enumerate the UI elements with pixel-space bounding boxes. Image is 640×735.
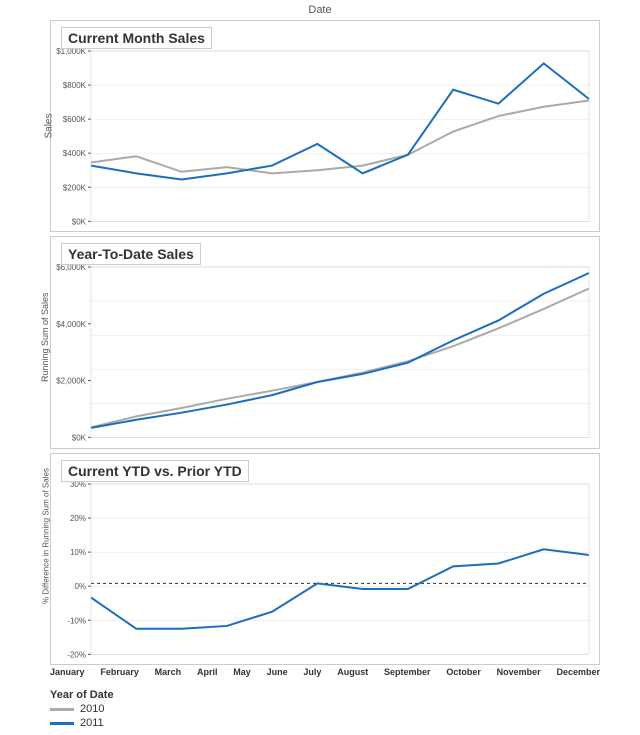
x-month-label: December xyxy=(556,667,600,685)
legend-item-2011: 2011 xyxy=(50,717,640,729)
x-month-label: April xyxy=(197,667,218,685)
legend-color-2011 xyxy=(50,722,74,725)
chart-svg-2: $6,000K$4,000K$2,000K$0K xyxy=(51,237,599,447)
chart-panel-3-wrapper: Current YTD vs. Prior YTD % Difference i… xyxy=(0,451,640,667)
x-month-label: July xyxy=(303,667,321,685)
svg-text:-20%: -20% xyxy=(67,650,86,659)
main-container: Date Current Month Sales Sales $1,000K$8… xyxy=(0,0,640,735)
svg-text:$400K: $400K xyxy=(63,149,87,158)
svg-text:$2,000K: $2,000K xyxy=(56,377,86,386)
y-axis-label-3: % Difference in Running Sum of Sales xyxy=(42,514,51,604)
chart-title-2: Year-To-Date Sales xyxy=(61,243,201,265)
legend-area: Year of Date 2010 2011 xyxy=(0,685,640,735)
x-month-label: June xyxy=(267,667,288,685)
chart-panel-2: Year-To-Date Sales Running Sum of Sales … xyxy=(50,236,600,448)
chart-svg-1: $1,000K$800K$600K$400K$200K$0K xyxy=(51,21,599,231)
chart-panel-2-wrapper: Year-To-Date Sales Running Sum of Sales … xyxy=(0,234,640,450)
x-month-label: March xyxy=(155,667,182,685)
chart-title-3: Current YTD vs. Prior YTD xyxy=(61,460,249,482)
chart-panel-3: Current YTD vs. Prior YTD % Difference i… xyxy=(50,453,600,665)
x-month-label: May xyxy=(233,667,251,685)
legend-label-2011: 2011 xyxy=(80,717,104,729)
svg-text:$200K: $200K xyxy=(63,183,87,192)
svg-text:$0K: $0K xyxy=(72,434,87,443)
svg-text:0%: 0% xyxy=(74,582,86,591)
svg-text:10%: 10% xyxy=(70,548,86,557)
svg-text:$4,000K: $4,000K xyxy=(56,320,86,329)
svg-text:$600K: $600K xyxy=(63,115,87,124)
svg-text:$800K: $800K xyxy=(63,81,87,90)
svg-text:-10%: -10% xyxy=(67,616,86,625)
x-month-label: August xyxy=(337,667,368,685)
x-axis-months: January February March April May June July Augu… xyxy=(50,667,600,685)
date-label: Date xyxy=(0,4,640,16)
charts-area: Current Month Sales Sales $1,000K$800K$6… xyxy=(0,18,640,667)
x-month-label: September xyxy=(384,667,431,685)
y-axis-label-2: Running Sum of Sales xyxy=(40,302,50,382)
chart-panel-1-wrapper: Current Month Sales Sales $1,000K$800K$6… xyxy=(0,18,640,234)
y-axis-label-1: Sales xyxy=(44,86,55,166)
chart-panel-1: Current Month Sales Sales $1,000K$800K$6… xyxy=(50,20,600,232)
legend-label-2010: 2010 xyxy=(80,703,104,715)
svg-text:$0K: $0K xyxy=(72,217,87,226)
svg-text:20%: 20% xyxy=(70,514,86,523)
x-month-label: February xyxy=(100,667,139,685)
legend-item-2010: 2010 xyxy=(50,703,640,715)
x-month-label: November xyxy=(497,667,541,685)
chart-svg-3: 30%20%10%0%-10%-20% xyxy=(51,454,599,664)
legend-title: Year of Date xyxy=(50,689,640,701)
x-month-label: October xyxy=(446,667,481,685)
legend-color-2010 xyxy=(50,708,74,711)
chart-title-1: Current Month Sales xyxy=(61,27,212,49)
x-month-label: January xyxy=(50,667,85,685)
